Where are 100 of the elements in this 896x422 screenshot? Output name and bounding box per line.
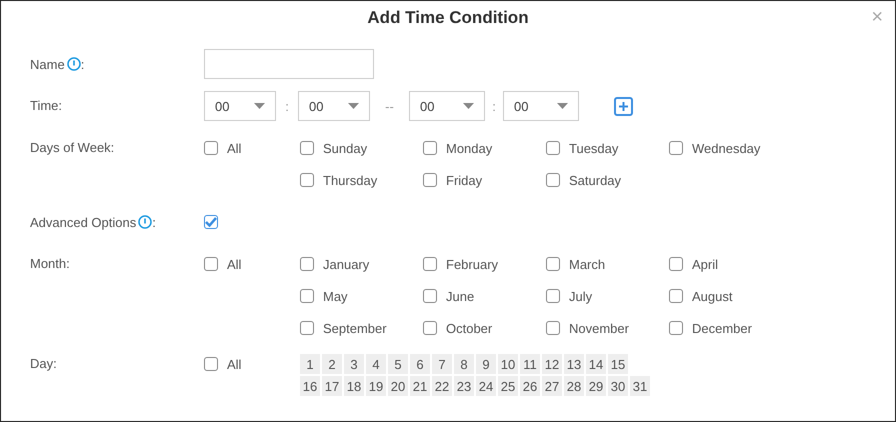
checkbox-label: Tuesday — [569, 140, 618, 156]
day-button[interactable]: 14 — [586, 354, 606, 374]
checkbox-label: December — [692, 320, 752, 336]
caret-icon — [463, 103, 474, 109]
day-button[interactable]: 27 — [542, 376, 562, 396]
time-separator: : — [284, 98, 290, 114]
day-button[interactable]: 6 — [410, 354, 430, 374]
day-button[interactable]: 13 — [564, 354, 584, 374]
day-button[interactable]: 5 — [388, 354, 408, 374]
time-select[interactable]: 00 — [409, 91, 485, 121]
checkbox[interactable] — [669, 289, 683, 303]
checkbox[interactable] — [204, 257, 218, 271]
checkbox[interactable] — [669, 141, 683, 155]
time-select[interactable]: 00 — [503, 91, 579, 121]
checkbox[interactable] — [204, 215, 218, 229]
checkbox-label: All — [227, 256, 242, 272]
add-button[interactable] — [614, 96, 633, 116]
caret-icon — [557, 103, 568, 109]
checkbox[interactable] — [423, 173, 437, 187]
day-button[interactable]: 1 — [300, 354, 320, 374]
day-button[interactable]: 28 — [564, 376, 584, 396]
day-button[interactable]: 11 — [520, 354, 540, 374]
day-button[interactable]: 21 — [410, 376, 430, 396]
checkbox[interactable] — [300, 141, 314, 155]
field-label: Days of Week: — [30, 139, 116, 157]
day-button[interactable]: 23 — [454, 376, 474, 396]
checkbox-label: Saturday — [569, 172, 622, 188]
field-label: Advanced Options — [30, 214, 136, 230]
day-button[interactable]: 17 — [322, 376, 342, 396]
day-button[interactable]: 22 — [432, 376, 452, 396]
label-colon: : — [152, 214, 156, 230]
field-label: Name — [30, 56, 65, 72]
day-button[interactable]: 8 — [454, 354, 474, 374]
checkbox-label: Thursday — [323, 172, 378, 188]
day-button[interactable]: 9 — [476, 354, 496, 374]
day-button[interactable]: 20 — [388, 376, 408, 396]
checkbox-label: Sunday — [323, 140, 368, 156]
day-button[interactable]: 26 — [520, 376, 540, 396]
checkbox[interactable] — [546, 141, 560, 155]
dialog-title: Add Time Condition — [367, 8, 529, 28]
checkbox[interactable] — [669, 321, 683, 335]
checkbox-label: All — [227, 140, 242, 156]
checkbox-label: June — [446, 288, 474, 304]
checkbox-label: August — [692, 288, 732, 304]
checkbox[interactable] — [669, 257, 683, 271]
checkbox-label: May — [323, 288, 348, 304]
checkbox-label: March — [569, 256, 606, 272]
info-icon — [138, 215, 152, 229]
checkbox[interactable] — [300, 173, 314, 187]
label-colon: : — [80, 56, 84, 72]
day-button[interactable]: 15 — [608, 354, 628, 374]
field-label: Month: — [30, 255, 71, 273]
checkbox-label: Monday — [446, 140, 492, 156]
checkbox-label: All — [227, 356, 242, 372]
checkbox-label: July — [569, 288, 592, 304]
checkbox-label: January — [323, 256, 370, 272]
checkbox[interactable] — [204, 357, 218, 371]
day-button[interactable]: 7 — [432, 354, 452, 374]
day-button[interactable]: 12 — [542, 354, 562, 374]
caret-icon — [348, 103, 359, 109]
name-input[interactable] — [204, 49, 374, 79]
checkbox[interactable] — [300, 321, 314, 335]
checkbox[interactable] — [204, 141, 218, 155]
checkbox[interactable] — [546, 257, 560, 271]
day-button[interactable]: 29 — [586, 376, 606, 396]
day-button[interactable]: 24 — [476, 376, 496, 396]
day-button[interactable]: 4 — [366, 354, 386, 374]
day-button[interactable]: 19 — [366, 376, 386, 396]
day-button[interactable]: 31 — [630, 376, 650, 396]
day-button[interactable]: 18 — [344, 376, 364, 396]
day-button[interactable]: 30 — [608, 376, 628, 396]
checkbox-label: Wednesday — [692, 140, 760, 156]
caret-icon — [254, 103, 265, 109]
checkbox-label: February — [446, 256, 498, 272]
range-dash: -- — [384, 98, 395, 114]
time-select[interactable]: 00 — [298, 91, 370, 121]
checkbox-label: April — [692, 256, 718, 272]
checkbox[interactable] — [423, 321, 437, 335]
checkbox-label: Friday — [446, 172, 482, 188]
day-button[interactable]: 2 — [322, 354, 342, 374]
time-select[interactable]: 00 — [204, 91, 276, 121]
checkbox[interactable] — [423, 141, 437, 155]
checkbox[interactable] — [546, 289, 560, 303]
day-button[interactable]: 10 — [498, 354, 518, 374]
plus-icon — [619, 102, 628, 110]
checkbox[interactable] — [423, 257, 437, 271]
checkbox-label: October — [446, 320, 492, 336]
info-icon — [66, 57, 81, 71]
checkbox[interactable] — [300, 257, 314, 271]
time-separator: : — [491, 98, 497, 114]
checkbox-label: September — [323, 320, 387, 336]
day-button[interactable]: 25 — [498, 376, 518, 396]
field-label: Time: — [30, 97, 64, 115]
checkbox-label: November — [569, 320, 629, 336]
checkbox[interactable] — [546, 321, 560, 335]
day-button[interactable]: 3 — [344, 354, 364, 374]
checkbox[interactable] — [546, 173, 560, 187]
day-button[interactable]: 16 — [300, 376, 320, 396]
checkbox[interactable] — [300, 289, 314, 303]
checkbox[interactable] — [423, 289, 437, 303]
